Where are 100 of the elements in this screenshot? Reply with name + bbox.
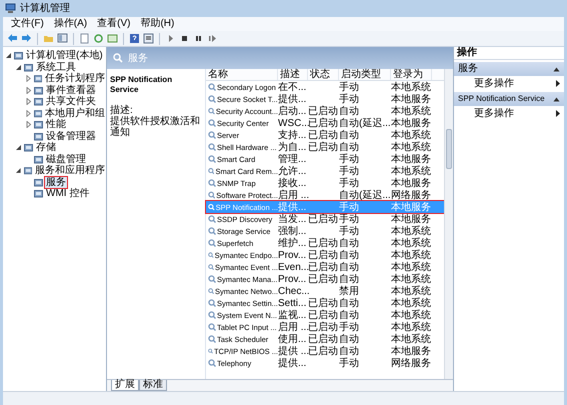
collapse-icon[interactable] (553, 66, 560, 72)
refresh-icon[interactable] (93, 33, 104, 44)
table-cell: 本地系统 (391, 310, 432, 320)
table-cell: 网络服务 (391, 190, 432, 200)
service-icon (208, 119, 216, 127)
menu-item[interactable]: 文件(F) (11, 18, 44, 30)
action-item[interactable]: 更多操作 (454, 76, 564, 90)
service-icon (208, 83, 216, 91)
tree-item[interactable]: 性能 (45, 119, 67, 130)
table-cell-text: 接收... (278, 178, 308, 188)
service-icon (208, 311, 216, 319)
table-cell-text: Prov... (278, 274, 308, 284)
table-cell: 本地系统 (391, 298, 432, 308)
table-cell: 本地系统 (391, 226, 432, 236)
table-cell-text: Setti... (278, 298, 308, 308)
column-header[interactable]: 状态 (308, 69, 339, 80)
table-cell-text: 允许... (278, 166, 308, 176)
service-icon (208, 263, 214, 271)
expand-arrow-icon[interactable] (25, 98, 32, 106)
table-cell-text: 维护... (278, 238, 308, 248)
pause-icon[interactable] (193, 33, 204, 44)
action-item[interactable]: 更多操作 (454, 106, 564, 120)
table-cell-text: 手动 (339, 178, 360, 188)
collapse-icon[interactable] (553, 96, 560, 102)
view-tab[interactable]: 扩展 (111, 380, 139, 391)
table-cell: 本地系统 (391, 142, 432, 152)
collapse-arrow-icon[interactable] (5, 52, 12, 60)
expand-arrow-icon[interactable] (25, 86, 32, 94)
tree-item[interactable]: 存储 (35, 142, 57, 154)
table-cell-text: Prov... (278, 250, 308, 260)
column-header[interactable]: 描述 (278, 69, 308, 80)
table-cell: 本地系统 (391, 250, 432, 260)
column-header[interactable]: 名称 (206, 69, 278, 80)
tree-item[interactable]: 设备管理器 (45, 130, 97, 142)
table-cell-text: 自动 (339, 142, 360, 152)
service-icon (208, 215, 216, 223)
menu-item[interactable]: 查看(V) (97, 18, 130, 30)
tree-item[interactable]: 本地用户和组 (44, 108, 106, 119)
back-icon[interactable] (7, 33, 18, 44)
pane-title: 服务 (128, 52, 148, 66)
table-cell-text: 提供... (278, 94, 308, 104)
table-cell: 已启动 (308, 262, 339, 272)
expand-arrow-icon[interactable] (25, 110, 32, 117)
table-cell: 已启动 (308, 250, 339, 260)
tree-item[interactable]: 磁盘管理 (45, 154, 87, 165)
tree-item[interactable]: 服务和应用程序 (34, 165, 106, 176)
table-cell-text: 提供... (278, 202, 308, 212)
table-cell-text: 在不... (278, 82, 308, 92)
service-icon (208, 167, 214, 175)
tree-item[interactable]: 计算机管理(本地) (25, 50, 104, 62)
table-cell: 已启动 (308, 298, 339, 308)
app-icon (5, 3, 16, 14)
tree-item[interactable]: WMI 控件 (45, 188, 90, 200)
expand-arrow-icon[interactable] (25, 75, 32, 82)
description-text: 提供软件授权激活和通知 (110, 116, 201, 138)
column-header[interactable]: 启动类型 (339, 69, 391, 80)
document-icon[interactable] (79, 33, 90, 44)
stop-icon[interactable] (179, 33, 190, 44)
collapse-arrow-icon[interactable] (15, 144, 22, 152)
forward-icon[interactable] (21, 33, 32, 44)
table-cell: 本地服务 (391, 94, 432, 104)
table-cell-text: 手动 (339, 226, 360, 236)
properties-icon[interactable] (143, 33, 154, 44)
expand-arrow-icon[interactable] (25, 121, 32, 128)
tree-view-icon[interactable] (57, 33, 68, 44)
table-cell-text: 自动 (339, 346, 360, 356)
table-cell: 已启动 (308, 346, 339, 356)
service-icon (208, 335, 216, 343)
service-icon (208, 347, 213, 355)
tree-item[interactable]: 事件查看器 (45, 84, 97, 96)
view-tab[interactable]: 标准 (139, 380, 167, 391)
restart-icon[interactable] (207, 33, 218, 44)
table-cell-text: 自动 (339, 310, 360, 320)
table-cell: 本地系统 (391, 286, 432, 296)
table-cell-text: 手动 (339, 166, 360, 176)
collapse-arrow-icon[interactable] (15, 64, 22, 71)
table-cell: 已启动 (308, 310, 339, 320)
tree-item[interactable]: 服务 (45, 176, 67, 188)
table-cell: Chec... (278, 286, 308, 296)
tree-item[interactable]: 系统工具 (35, 62, 77, 73)
tree-item[interactable]: 共享文件夹 (45, 96, 97, 108)
help-icon[interactable] (129, 33, 140, 44)
service-icon (208, 143, 216, 151)
service-icon (208, 107, 215, 115)
service-icon (208, 191, 216, 199)
table-cell: 已启动 (308, 334, 339, 344)
column-header[interactable]: 登录为 (391, 69, 432, 80)
table-cell: 提供 ... (278, 346, 308, 356)
collapse-arrow-icon[interactable] (15, 167, 22, 174)
table-cell-text: 自动 (339, 298, 360, 308)
service-icon (208, 359, 216, 367)
menu-item[interactable]: 帮助(H) (140, 18, 174, 30)
table-cell: 自动(延迟... (339, 190, 391, 200)
tree-item[interactable]: 任务计划程序 (44, 73, 106, 84)
menu-item[interactable]: 操作(A) (54, 18, 88, 30)
table-cell-text: 禁用 (339, 286, 360, 296)
table-cell: 本地服务 (391, 202, 432, 212)
export-icon[interactable] (107, 33, 118, 44)
service-icon (208, 227, 216, 235)
scrollbar[interactable] (444, 69, 453, 379)
